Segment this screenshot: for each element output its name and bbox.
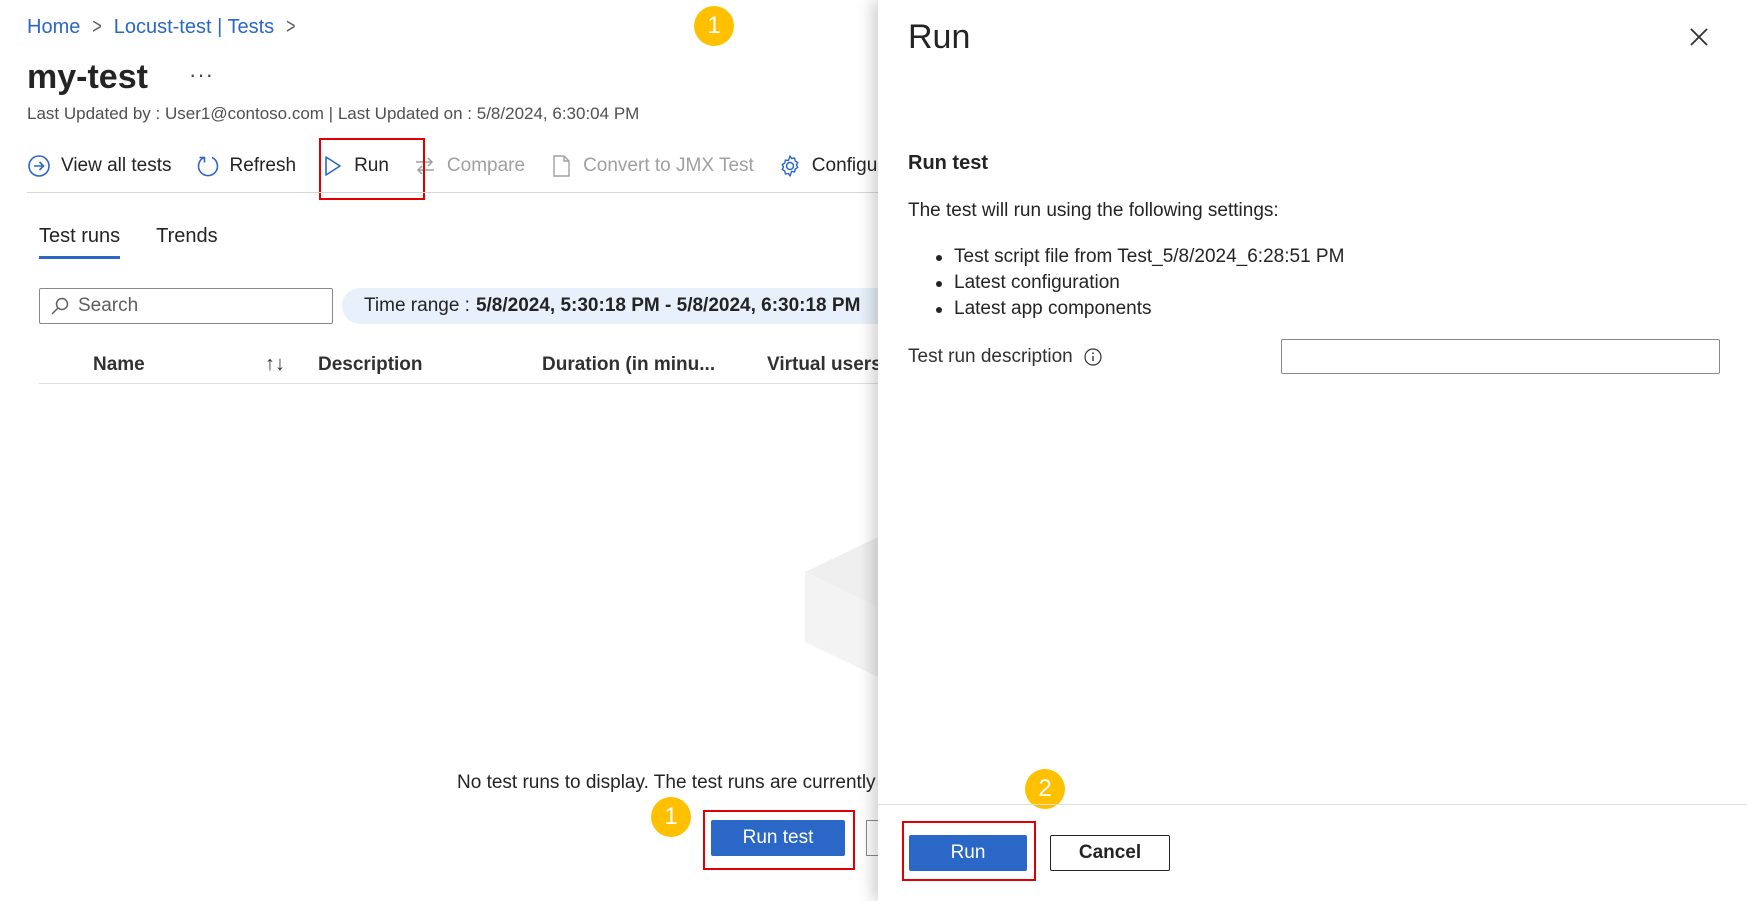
list-item: Test script file from Test_5/8/2024_6:28… (936, 244, 1344, 270)
empty-state-message: No test runs to display. The test runs a… (457, 772, 876, 793)
cancel-button[interactable]: Cancel (1050, 835, 1170, 871)
convert-jmx-label: Convert to JMX Test (583, 155, 754, 176)
step-badge-1: 1 (694, 6, 734, 46)
column-duration[interactable]: Duration (in minu... (542, 354, 715, 376)
info-icon[interactable] (1083, 347, 1103, 367)
convert-jmx-button[interactable]: Convert to JMX Test (549, 154, 754, 178)
document-icon (553, 155, 570, 177)
table-header: Name ↑↓ Description Duration (in minu...… (39, 346, 899, 384)
breadcrumb-home-link[interactable]: Home (27, 16, 80, 39)
tab-list: Test runs Trends (39, 225, 218, 259)
column-virtual-users[interactable]: Virtual users (767, 354, 882, 376)
command-bar: View all tests Refresh Run Compare Conve… (27, 148, 918, 184)
search-input[interactable]: Search (39, 288, 333, 324)
step-badge-1: 1 (651, 797, 691, 837)
refresh-label: Refresh (229, 155, 297, 176)
sort-icon[interactable]: ↑↓ (265, 353, 285, 376)
test-run-description-label: Test run description (908, 346, 1103, 368)
breadcrumb-separator: > (286, 14, 296, 39)
refresh-button[interactable]: Refresh (196, 154, 297, 178)
run-button-highlight (319, 138, 425, 200)
list-item: Latest configuration (936, 270, 1344, 296)
test-run-description-input[interactable] (1281, 339, 1720, 374)
last-updated-info: Last Updated by : User1@contoso.com | La… (27, 104, 640, 123)
refresh-icon (197, 156, 218, 177)
run-submit-button[interactable]: Run (909, 835, 1027, 871)
tab-test-runs[interactable]: Test runs (39, 225, 121, 259)
column-description[interactable]: Description (318, 354, 423, 376)
gear-icon (781, 155, 799, 177)
toolbar-divider (27, 192, 887, 193)
run-panel: Run Run test The test will run using the… (878, 0, 1747, 901)
breadcrumb: Home > Locust-test | Tests > (27, 14, 296, 39)
configure-button[interactable]: Configure (778, 154, 894, 178)
compare-label: Compare (446, 155, 526, 176)
view-all-tests-label: View all tests (61, 155, 172, 176)
column-name[interactable]: Name (93, 354, 145, 376)
search-placeholder: Search (78, 295, 139, 316)
more-options-button[interactable]: ··· (189, 62, 214, 88)
panel-title: Run (908, 18, 971, 56)
step-badge-2: 2 (1025, 769, 1065, 809)
run-test-heading: Run test (908, 152, 988, 174)
close-icon[interactable] (1684, 22, 1714, 52)
time-range-filter[interactable]: Time range : 5/8/2024, 5:30:18 PM - 5/8/… (342, 288, 902, 324)
time-range-value: 5/8/2024, 5:30:18 PM - 5/8/2024, 6:30:18… (475, 295, 861, 316)
view-all-tests-button[interactable]: View all tests (27, 154, 172, 178)
arrow-circle-right-icon (28, 155, 50, 177)
time-range-label: Time range : (364, 295, 470, 316)
run-test-button[interactable]: Run test (711, 820, 845, 856)
compare-button[interactable]: Compare (413, 154, 525, 178)
run-settings-description: The test will run using the following se… (908, 200, 1279, 221)
footer-divider (878, 804, 1747, 805)
breadcrumb-parent-link[interactable]: Locust-test | Tests (114, 16, 274, 39)
search-icon (51, 297, 69, 315)
breadcrumb-separator: > (92, 14, 102, 39)
page-title: my-test (27, 58, 148, 96)
list-item: Latest app components (936, 296, 1344, 322)
field-label-text: Test run description (908, 346, 1073, 367)
tab-trends[interactable]: Trends (156, 225, 218, 259)
settings-list: Test script file from Test_5/8/2024_6:28… (936, 244, 1344, 322)
